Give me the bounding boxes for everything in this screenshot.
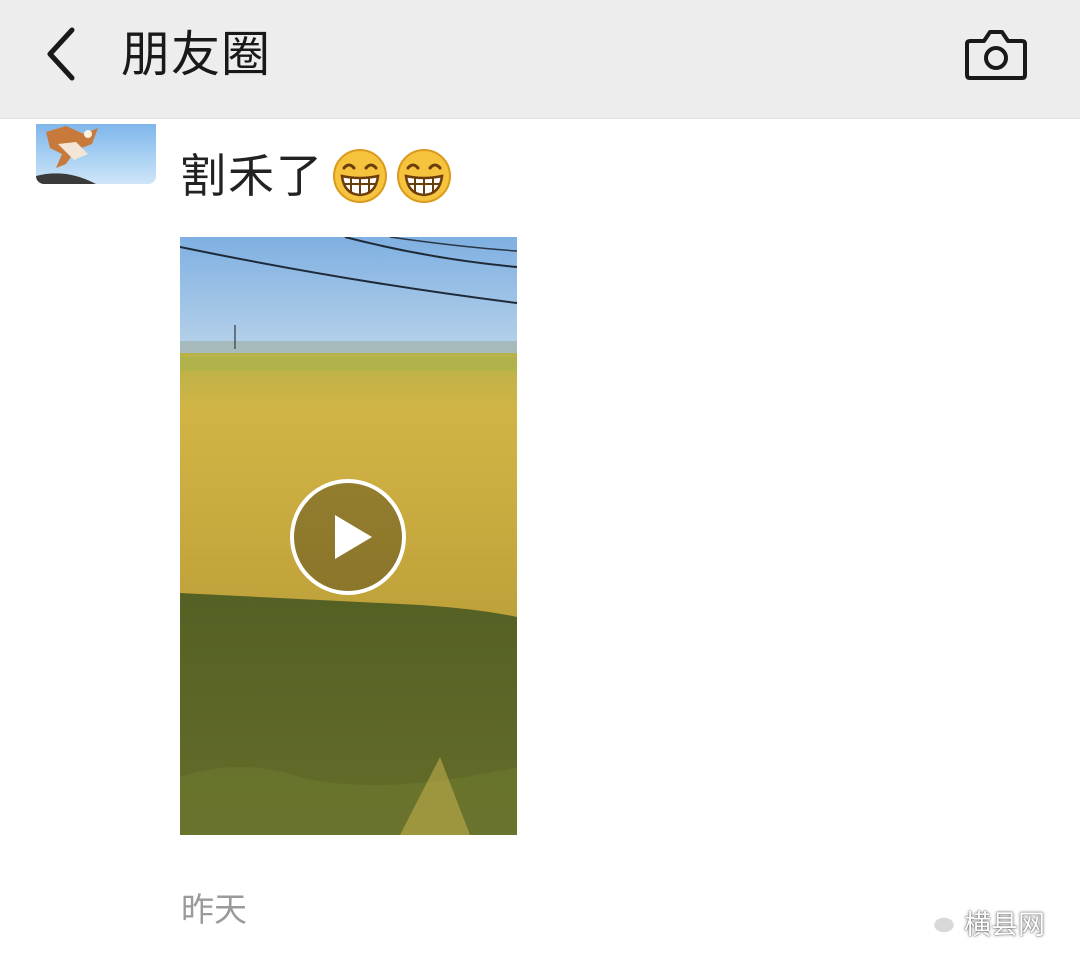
post-text-label: 割禾了 <box>180 149 324 203</box>
watermark: 横县网 <box>918 900 1045 944</box>
post-timestamp: 昨天 <box>181 890 247 929</box>
avatar-image <box>36 126 98 184</box>
page-title: 朋友圈 <box>121 26 272 83</box>
chevron-left-icon <box>47 27 75 81</box>
wechat-icon <box>918 907 957 935</box>
top-navigation-bar: 朋友圈 <box>0 0 1080 119</box>
play-icon[interactable] <box>288 477 408 597</box>
back-button[interactable] <box>28 22 92 86</box>
video-thumbnail[interactable] <box>180 237 517 835</box>
moments-page: 朋友圈 割禾了 昨天 横县网 <box>0 0 1080 968</box>
grin-emoji-icon <box>333 149 387 203</box>
camera-button[interactable] <box>960 22 1032 86</box>
avatar[interactable] <box>36 124 156 184</box>
post-text: 割禾了 <box>180 144 452 208</box>
watermark-text: 横县网 <box>964 909 1045 941</box>
camera-icon <box>965 30 1027 80</box>
grin-emoji-icon <box>397 149 451 203</box>
